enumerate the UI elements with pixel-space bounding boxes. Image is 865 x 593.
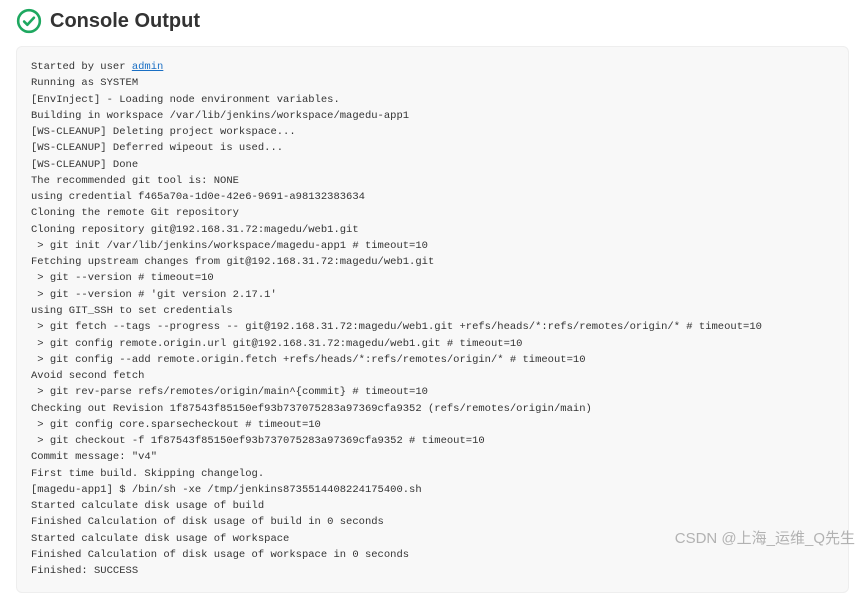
console-line: Started calculate disk usage of build	[31, 498, 834, 514]
console-line: > git fetch --tags --progress -- git@192…	[31, 319, 834, 335]
console-line: [WS-CLEANUP] Deleting project workspace.…	[31, 124, 834, 140]
console-line: > git --version # timeout=10	[31, 270, 834, 286]
console-line: > git config core.sparsecheckout # timeo…	[31, 417, 834, 433]
console-line: [WS-CLEANUP] Done	[31, 157, 834, 173]
page-title: Console Output	[50, 10, 200, 33]
user-link[interactable]: admin	[132, 61, 164, 73]
success-icon	[16, 8, 42, 34]
console-line: Finished Calculation of disk usage of wo…	[31, 547, 834, 563]
console-line: Cloning repository git@192.168.31.72:mag…	[31, 222, 834, 238]
console-line: > git --version # 'git version 2.17.1'	[31, 287, 834, 303]
console-line: > git checkout -f 1f87543f85150ef93b7370…	[31, 433, 834, 449]
console-line: using GIT_SSH to set credentials	[31, 303, 834, 319]
console-line: Commit message: "v4"	[31, 449, 834, 465]
page-header: Console Output	[0, 0, 865, 46]
console-line: Started calculate disk usage of workspac…	[31, 531, 834, 547]
console-line: Avoid second fetch	[31, 368, 834, 384]
console-line: Running as SYSTEM	[31, 75, 834, 91]
console-line: Finished: SUCCESS	[31, 563, 834, 579]
console-line: Building in workspace /var/lib/jenkins/w…	[31, 108, 834, 124]
console-line: Fetching upstream changes from git@192.1…	[31, 254, 834, 270]
console-line: [magedu-app1] $ /bin/sh -xe /tmp/jenkins…	[31, 482, 834, 498]
console-line: > git config remote.origin.url git@192.1…	[31, 336, 834, 352]
console-line: [EnvInject] - Loading node environment v…	[31, 92, 834, 108]
console-line: [WS-CLEANUP] Deferred wipeout is used...	[31, 140, 834, 156]
console-line: > git config --add remote.origin.fetch +…	[31, 352, 834, 368]
console-line: Checking out Revision 1f87543f85150ef93b…	[31, 401, 834, 417]
console-line: > git rev-parse refs/remotes/origin/main…	[31, 384, 834, 400]
console-line: Finished Calculation of disk usage of bu…	[31, 514, 834, 530]
console-line: Started by user admin	[31, 59, 834, 75]
console-line: > git init /var/lib/jenkins/workspace/ma…	[31, 238, 834, 254]
console-line: Cloning the remote Git repository	[31, 205, 834, 221]
console-line: First time build. Skipping changelog.	[31, 466, 834, 482]
console-line: using credential f465a70a-1d0e-42e6-9691…	[31, 189, 834, 205]
console-line: The recommended git tool is: NONE	[31, 173, 834, 189]
console-output: Started by user adminRunning as SYSTEM[E…	[16, 46, 849, 593]
